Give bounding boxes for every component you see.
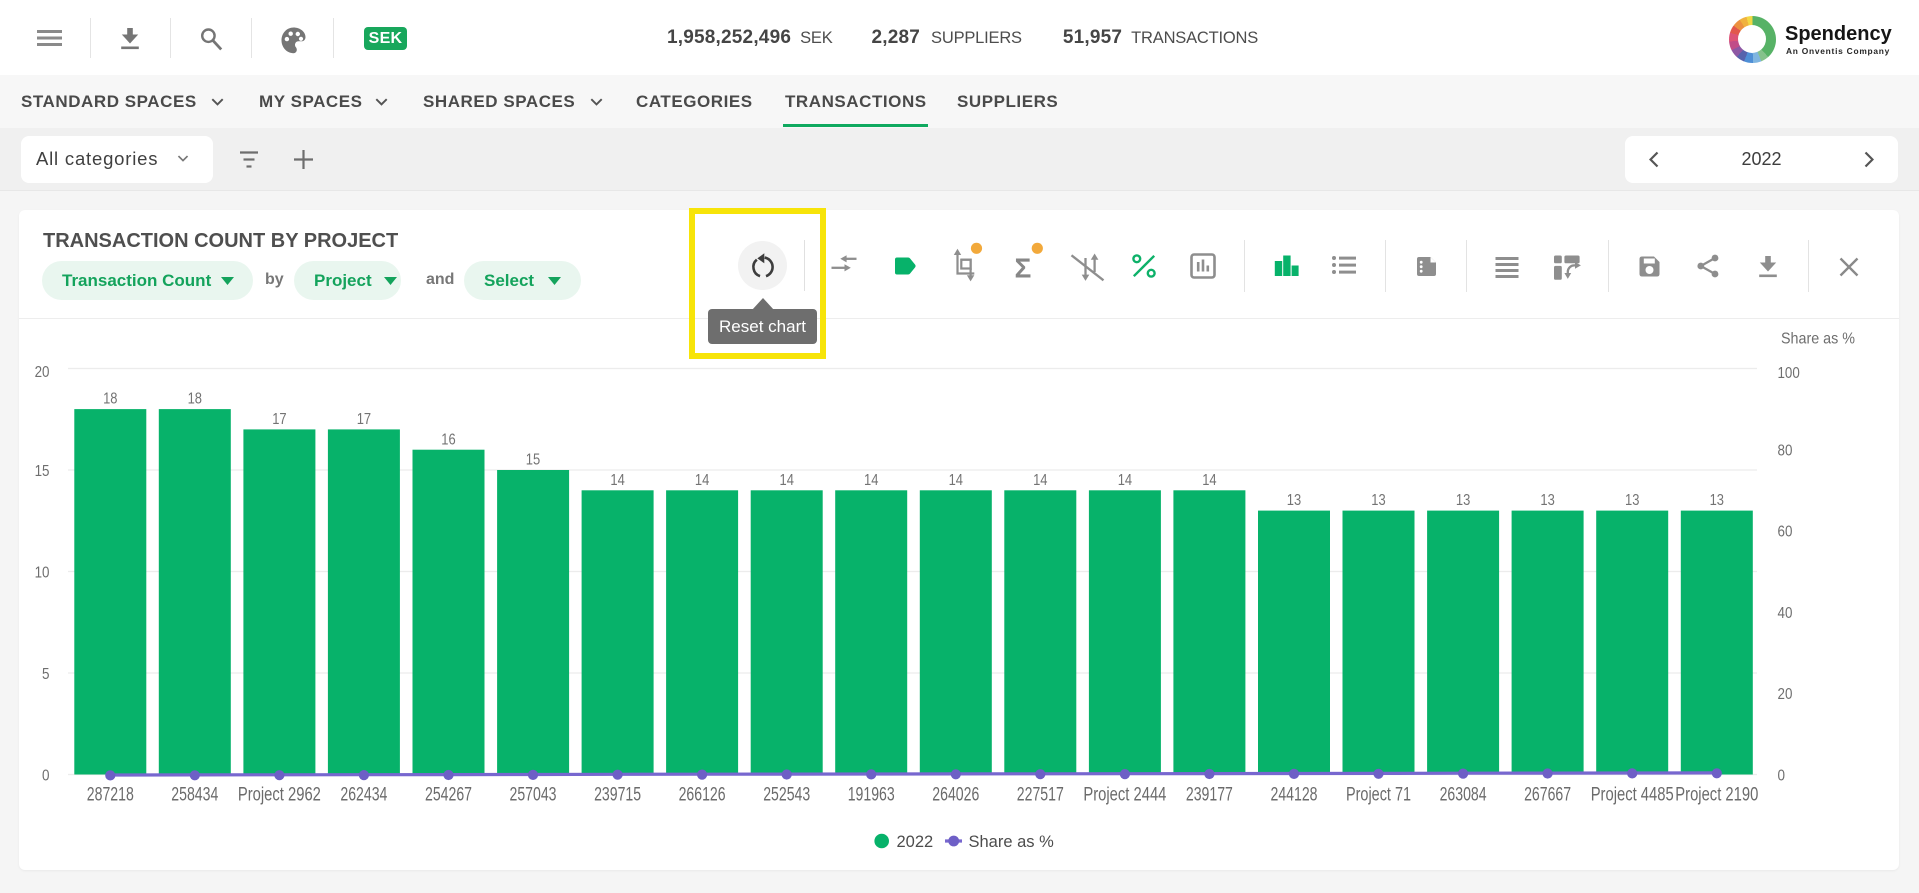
svg-text:Project 2190: Project 2190 [1675,784,1758,805]
svg-text:191963: 191963 [848,784,895,805]
svg-text:100: 100 [1778,365,1801,382]
svg-text:14: 14 [780,472,794,489]
svg-text:13: 13 [1287,492,1301,509]
svg-text:Project 71: Project 71 [1346,784,1411,805]
svg-text:Project 2444: Project 2444 [1083,784,1166,805]
svg-text:14: 14 [610,472,624,489]
svg-text:14: 14 [1202,472,1216,489]
svg-text:254267: 254267 [425,784,472,805]
svg-text:14: 14 [695,472,709,489]
svg-text:60: 60 [1778,524,1793,541]
svg-text:239715: 239715 [594,784,641,805]
svg-text:262434: 262434 [340,784,387,805]
svg-text:227517: 227517 [1017,784,1064,805]
svg-text:10: 10 [35,564,50,581]
svg-text:Project 4485: Project 4485 [1591,784,1674,805]
svg-text:252543: 252543 [763,784,810,805]
svg-text:0: 0 [1778,767,1786,784]
svg-text:16: 16 [441,431,455,448]
svg-text:17: 17 [272,411,286,428]
svg-text:Share as %: Share as % [969,833,1055,851]
svg-text:Project 2962: Project 2962 [238,784,321,805]
svg-text:267667: 267667 [1524,784,1571,805]
svg-text:13: 13 [1371,492,1385,509]
svg-text:Share as %: Share as % [1781,331,1855,348]
svg-text:13: 13 [1540,492,1554,509]
svg-text:18: 18 [188,391,202,408]
svg-text:20: 20 [35,364,50,381]
svg-text:14: 14 [864,472,878,489]
svg-text:0: 0 [42,767,50,784]
svg-text:2022: 2022 [897,833,934,851]
svg-text:14: 14 [949,472,963,489]
svg-text:15: 15 [35,463,50,480]
svg-text:80: 80 [1778,443,1793,460]
svg-text:287218: 287218 [87,784,134,805]
svg-text:239177: 239177 [1186,784,1233,805]
svg-text:263084: 263084 [1440,784,1487,805]
svg-text:17: 17 [357,411,371,428]
svg-text:257043: 257043 [510,784,557,805]
svg-text:13: 13 [1710,492,1724,509]
svg-text:244128: 244128 [1271,784,1318,805]
svg-text:266126: 266126 [679,784,726,805]
svg-text:258434: 258434 [171,784,218,805]
svg-text:13: 13 [1456,492,1470,509]
svg-text:18: 18 [103,391,117,408]
svg-text:13: 13 [1625,492,1639,509]
svg-text:14: 14 [1118,472,1132,489]
svg-text:5: 5 [42,666,50,683]
svg-text:264026: 264026 [932,784,979,805]
svg-text:40: 40 [1778,605,1793,622]
svg-text:14: 14 [1033,472,1047,489]
svg-text:15: 15 [526,452,540,469]
svg-text:20: 20 [1778,686,1793,703]
